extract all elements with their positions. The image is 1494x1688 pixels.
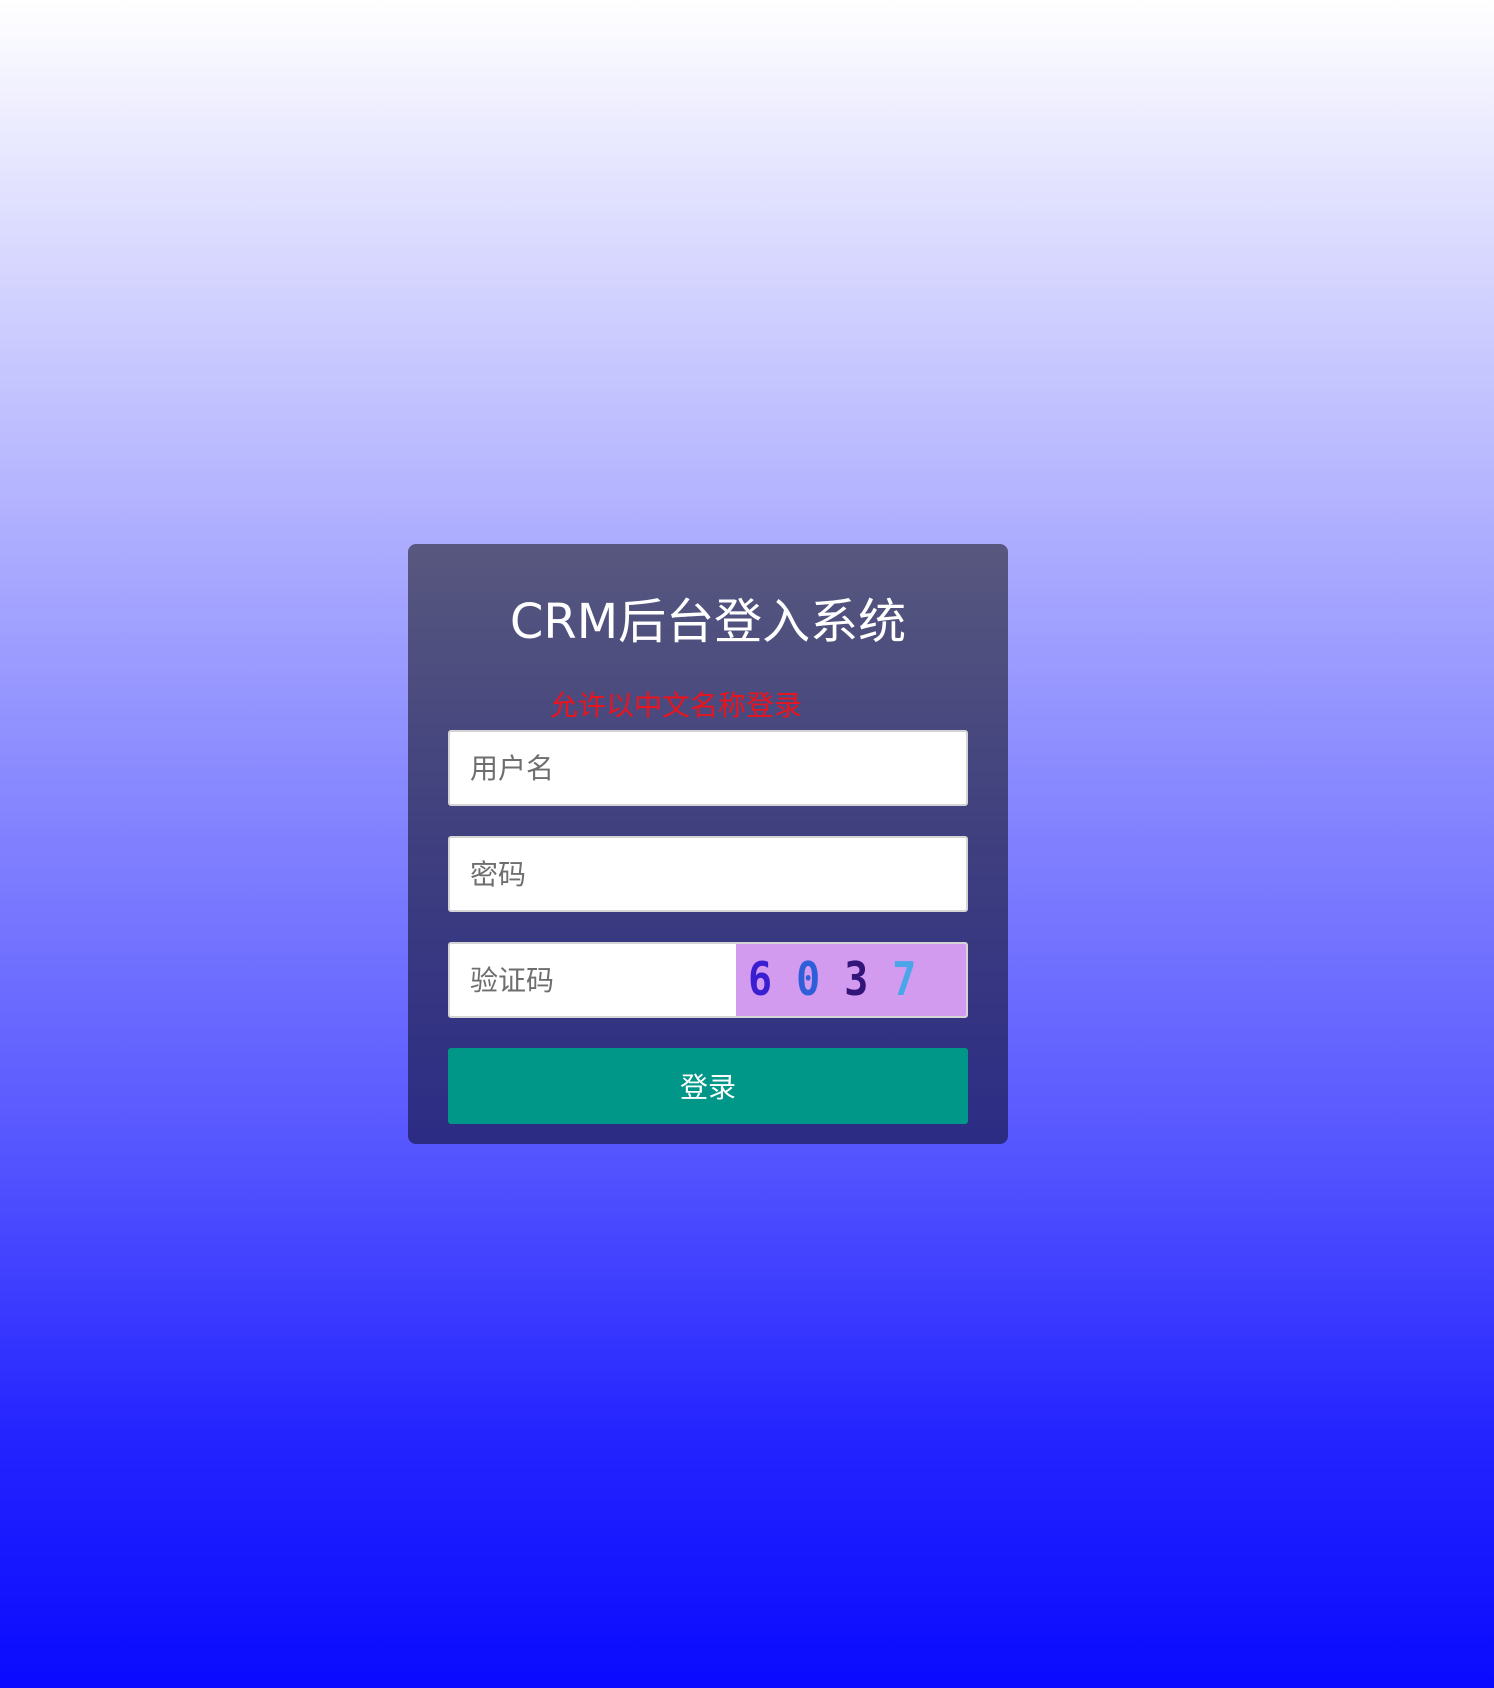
login-button[interactable]: 登录 xyxy=(448,1048,968,1124)
captcha-digit: 7 xyxy=(892,953,917,1007)
login-card: CRM后台登入系统 允许以中文名称登录 6 0 3 7 登录 xyxy=(408,544,1008,1144)
captcha-image[interactable]: 6 0 3 7 xyxy=(736,944,966,1016)
password-input[interactable] xyxy=(450,838,966,910)
password-field-wrapper xyxy=(448,836,968,912)
page-title: CRM后台登入系统 xyxy=(509,594,907,650)
username-input[interactable] xyxy=(450,732,966,804)
captcha-field-wrapper: 6 0 3 7 xyxy=(448,942,968,1018)
username-hint: 允许以中文名称登录 xyxy=(550,689,803,722)
captcha-input[interactable] xyxy=(450,944,738,1016)
captcha-digit: 3 xyxy=(844,953,869,1007)
captcha-digit: 0 xyxy=(796,953,821,1007)
captcha-digit: 6 xyxy=(748,953,773,1007)
username-field-wrapper xyxy=(448,730,968,806)
